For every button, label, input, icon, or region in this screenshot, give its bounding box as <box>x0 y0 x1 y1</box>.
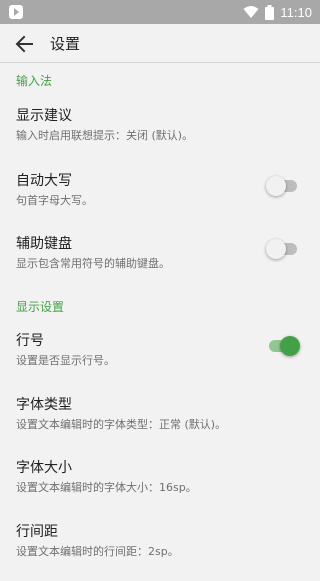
switch-thumb <box>266 176 286 196</box>
switch-thumb <box>266 239 286 259</box>
pref-font-size[interactable]: 字体大小 设置文本编辑时的字体大小：16sp。 <box>0 457 320 517</box>
pref-summary: 设置是否显示行号。 <box>16 354 115 367</box>
section-header-input-method: 输入法 <box>16 74 53 88</box>
pref-title: 行号 <box>16 333 44 349</box>
app-notification-icon <box>9 5 23 19</box>
pref-title: 自动大写 <box>16 173 72 189</box>
arrow-left-icon[interactable] <box>10 30 38 58</box>
wifi-icon <box>243 6 259 18</box>
aux-keyboard-toggle[interactable] <box>266 239 300 259</box>
section-header-display: 显示设置 <box>16 300 65 314</box>
switch-thumb <box>280 336 300 356</box>
auto-capitalize-toggle[interactable] <box>266 176 300 196</box>
pref-summary: 显示包含常用符号的辅助键盘。 <box>16 257 170 270</box>
status-time: 11:10 <box>280 4 312 20</box>
line-numbers-toggle[interactable] <box>266 336 300 356</box>
pref-show-suggestions[interactable]: 显示建议 输入时启用联想提示：关闭 (默认)。 <box>0 105 320 165</box>
pref-title: 辅助键盘 <box>16 236 72 252</box>
pref-summary: 输入时启用联想提示：关闭 (默认)。 <box>16 129 194 142</box>
pref-summary: 句首字母大写。 <box>16 194 93 207</box>
pref-title: 行间距 <box>16 524 58 540</box>
pref-font-type[interactable]: 字体类型 设置文本编辑时的字体类型：正常 (默认)。 <box>0 394 320 454</box>
pref-title: 字体类型 <box>16 397 72 413</box>
app-bar: 设置 <box>0 24 320 63</box>
pref-title: 显示建议 <box>16 108 72 124</box>
page-title: 设置 <box>50 35 81 53</box>
pref-auto-capitalize[interactable]: 自动大写 句首字母大写。 <box>0 170 320 230</box>
pref-line-numbers[interactable]: 行号 设置是否显示行号。 <box>0 330 320 390</box>
status-bar: 11:10 <box>0 0 320 24</box>
pref-summary: 设置文本编辑时的字体类型：正常 (默认)。 <box>16 418 227 431</box>
status-icons: 11:10 <box>243 0 312 24</box>
pref-summary: 设置文本编辑时的行间距：2sp。 <box>16 545 179 558</box>
pref-title: 字体大小 <box>16 460 72 476</box>
battery-icon <box>265 4 275 20</box>
pref-summary: 设置文本编辑时的字体大小：16sp。 <box>16 481 197 494</box>
pref-line-spacing[interactable]: 行间距 设置文本编辑时的行间距：2sp。 <box>0 521 320 581</box>
pref-aux-keyboard[interactable]: 辅助键盘 显示包含常用符号的辅助键盘。 <box>0 233 320 293</box>
